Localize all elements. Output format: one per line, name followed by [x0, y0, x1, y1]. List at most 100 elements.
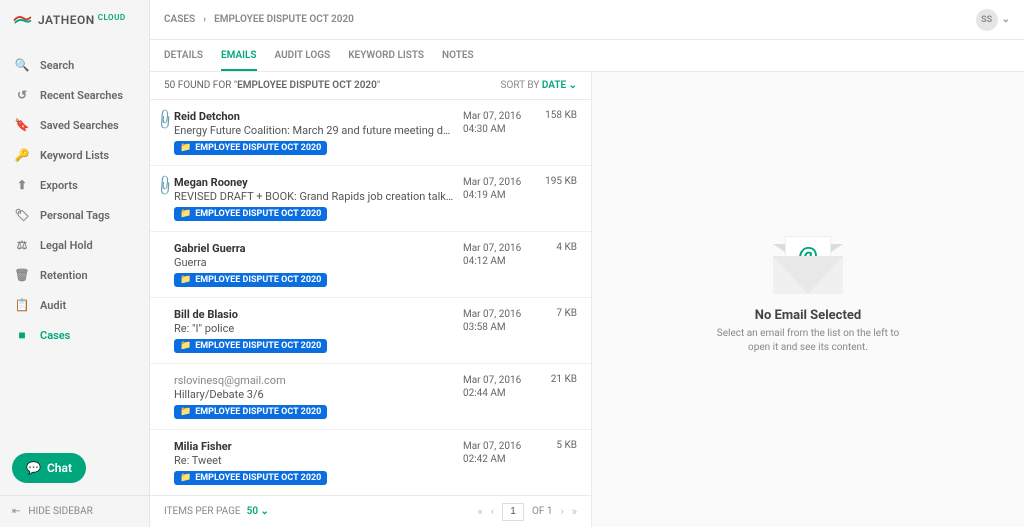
- email-body: Reid Detchon Energy Future Coalition: Ma…: [174, 110, 463, 155]
- sidebar-item-exports[interactable]: ⬆Exports: [0, 170, 149, 200]
- email-size: 4 KB: [533, 242, 577, 287]
- sidebar-item-label: Search: [40, 59, 74, 72]
- main: CASES › EMPLOYEE DISPUTE OCT 2020 SS ⌄ D…: [150, 0, 1024, 527]
- email-date: Mar 07, 201603:58 AM: [463, 308, 533, 353]
- folder-icon: 📁: [180, 275, 191, 285]
- sidebar-item-label: Exports: [40, 179, 78, 192]
- email-date: Mar 07, 201604:12 AM: [463, 242, 533, 287]
- sender-email: rslovinesq@gmail.com: [174, 374, 286, 387]
- breadcrumb: CASES › EMPLOYEE DISPUTE OCT 2020: [164, 14, 354, 25]
- case-tag[interactable]: 📁EMPLOYEE DISPUTE OCT 2020: [174, 405, 327, 419]
- first-page-button[interactable]: «: [478, 505, 483, 518]
- no-email-title: No Email Selected: [755, 308, 861, 323]
- email-size: 5 KB: [533, 440, 577, 485]
- tab-audit-logs[interactable]: AUDIT LOGS: [275, 50, 331, 71]
- sidebar-item-search[interactable]: 🔍Search: [0, 50, 149, 80]
- prev-page-button[interactable]: ‹: [491, 505, 494, 518]
- email-row[interactable]: 📎Reid Detchon Energy Future Coalition: M…: [150, 100, 591, 166]
- folder-icon: 📁: [180, 209, 191, 219]
- personal-tags-icon: 🏷: [14, 208, 30, 222]
- tab-emails[interactable]: EMAILS: [221, 50, 257, 71]
- sender-name: Milia Fisher: [174, 440, 232, 453]
- case-tag[interactable]: 📁EMPLOYEE DISPUTE OCT 2020: [174, 273, 327, 287]
- sidebar-item-personal-tags[interactable]: 🏷Personal Tags: [0, 200, 149, 230]
- preview-pane: @ No Email Selected Select an email from…: [592, 72, 1024, 527]
- tab-details[interactable]: DETAILS: [164, 50, 203, 71]
- sidebar-item-label: Saved Searches: [40, 119, 119, 132]
- sender-line: rslovinesq@gmail.com: [174, 374, 455, 387]
- email-size: 195 KB: [533, 176, 577, 221]
- email-body: Milia Fisher Re: Tweet📁EMPLOYEE DISPUTE …: [174, 440, 463, 485]
- sidebar-item-label: Retention: [40, 269, 88, 282]
- list-header: 50 FOUND FOR "EMPLOYEE DISPUTE OCT 2020"…: [150, 72, 591, 99]
- tab-keyword-lists[interactable]: KEYWORD LISTS: [348, 50, 424, 71]
- chat-label: Chat: [47, 461, 72, 475]
- attachment-icon: 📎: [153, 108, 177, 132]
- email-list[interactable]: 📎Reid Detchon Energy Future Coalition: M…: [150, 99, 591, 495]
- email-size: 158 KB: [533, 110, 577, 155]
- email-row[interactable]: 📎Megan Rooney REVISED DRAFT + BOOK: Gran…: [150, 166, 591, 232]
- sidebar-item-recent-searches[interactable]: ↺Recent Searches: [0, 80, 149, 110]
- chevron-right-icon: ›: [203, 14, 206, 25]
- email-date: Mar 07, 201602:42 AM: [463, 440, 533, 485]
- sidebar-item-keyword-lists[interactable]: 🔑Keyword Lists: [0, 140, 149, 170]
- email-body: rslovinesq@gmail.comHillary/Debate 3/6 📁E…: [174, 374, 463, 419]
- items-per-page[interactable]: ITEMS PER PAGE 50 ⌄: [164, 506, 269, 517]
- case-tag[interactable]: 📁EMPLOYEE DISPUTE OCT 2020: [174, 207, 327, 221]
- sender-line: Bill de Blasio: [174, 308, 455, 321]
- collapse-icon: ⇤: [12, 506, 20, 517]
- sidebar-item-label: Audit: [40, 299, 66, 312]
- email-subject: Hillary/Debate 3/6: [174, 388, 455, 401]
- email-row[interactable]: Bill de Blasio Re: "I" police📁EMPLOYEE D…: [150, 298, 591, 364]
- hide-sidebar-button[interactable]: ⇤ HIDE SIDEBAR: [0, 495, 149, 527]
- no-email-text: Select an email from the list on the lef…: [708, 327, 908, 355]
- sidebar-item-audit[interactable]: 📋 Audit: [0, 290, 149, 320]
- email-list-pane: 50 FOUND FOR "EMPLOYEE DISPUTE OCT 2020"…: [150, 72, 592, 527]
- page-input[interactable]: [502, 503, 524, 521]
- email-date: Mar 07, 201604:30 AM: [463, 110, 533, 155]
- last-page-button[interactable]: »: [572, 505, 577, 518]
- chat-icon: 💬: [26, 461, 41, 475]
- sidebar-item-label: Cases: [40, 329, 70, 342]
- envelope-icon: @: [773, 244, 843, 294]
- email-body: Bill de Blasio Re: "I" police📁EMPLOYEE D…: [174, 308, 463, 353]
- app-root: JATHEONCLOUD 🔍Search↺Recent Searches🔖Sav…: [0, 0, 1024, 527]
- folder-icon: 📁: [180, 407, 191, 417]
- content: 50 FOUND FOR "EMPLOYEE DISPUTE OCT 2020"…: [150, 72, 1024, 527]
- sidebar-item-cases[interactable]: ■ Cases: [0, 320, 149, 350]
- tab-notes[interactable]: NOTES: [442, 50, 474, 71]
- user-menu[interactable]: SS ⌄: [976, 9, 1010, 31]
- case-tag[interactable]: 📁EMPLOYEE DISPUTE OCT 2020: [174, 339, 327, 353]
- chat-button[interactable]: 💬 Chat: [12, 453, 86, 483]
- sender-line: Reid Detchon: [174, 110, 455, 123]
- page-controls: « ‹ OF 1 › »: [478, 503, 577, 521]
- attachment-icon: 📎: [153, 174, 177, 198]
- breadcrumb-root[interactable]: CASES: [164, 14, 195, 25]
- audit-icon: 📋: [14, 298, 30, 312]
- email-row[interactable]: Gabriel Guerra Guerra📁EMPLOYEE DISPUTE O…: [150, 232, 591, 298]
- next-page-button[interactable]: ›: [561, 505, 564, 518]
- sender-line: Gabriel Guerra: [174, 242, 455, 255]
- case-tag[interactable]: 📁EMPLOYEE DISPUTE OCT 2020: [174, 471, 327, 485]
- email-subject: Energy Future Coalition: March 29 and fu…: [174, 124, 455, 137]
- email-body: Megan Rooney REVISED DRAFT + BOOK: Grand…: [174, 176, 463, 221]
- sort-button[interactable]: SORT BY DATE ⌄: [501, 80, 577, 91]
- email-row[interactable]: rslovinesq@gmail.comHillary/Debate 3/6 📁E…: [150, 364, 591, 430]
- logo-text: JATHEONCLOUD: [38, 13, 126, 27]
- sender-line: Megan Rooney: [174, 176, 455, 189]
- breadcrumb-current: EMPLOYEE DISPUTE OCT 2020: [214, 14, 354, 25]
- case-tag[interactable]: 📁EMPLOYEE DISPUTE OCT 2020: [174, 141, 327, 155]
- chevron-down-icon: ⌄: [1002, 14, 1010, 25]
- sidebar-item-label: Keyword Lists: [40, 149, 109, 162]
- recent-searches-icon: ↺: [14, 88, 30, 102]
- email-date: Mar 07, 201604:19 AM: [463, 176, 533, 221]
- cases-icon: ■: [14, 328, 30, 342]
- email-row[interactable]: Milia Fisher Re: Tweet📁EMPLOYEE DISPUTE …: [150, 430, 591, 495]
- sender-line: Milia Fisher: [174, 440, 455, 453]
- sidebar-item-retention[interactable]: 🗑Retention: [0, 260, 149, 290]
- sender-name: Reid Detchon: [174, 110, 240, 123]
- sidebar-item-label: Legal Hold: [40, 239, 93, 252]
- email-date: Mar 07, 201602:44 AM: [463, 374, 533, 419]
- sidebar-item-saved-searches[interactable]: 🔖Saved Searches: [0, 110, 149, 140]
- sidebar-item-legal-hold[interactable]: ⚖Legal Hold: [0, 230, 149, 260]
